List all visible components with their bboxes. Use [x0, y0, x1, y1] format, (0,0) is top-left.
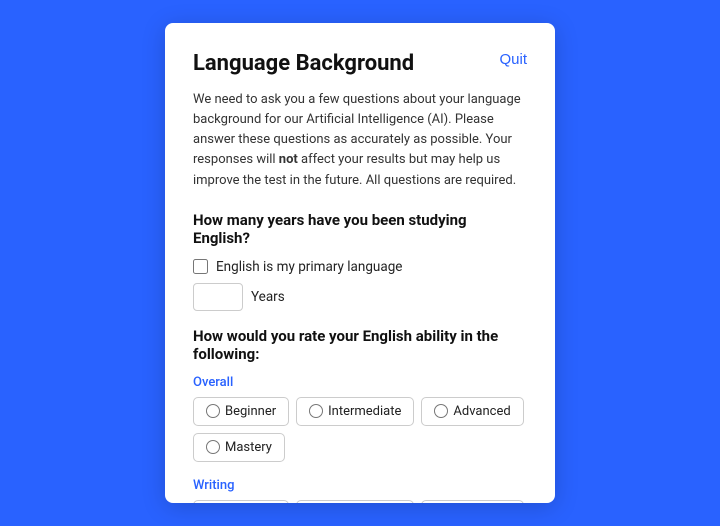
years-label: Years	[251, 289, 285, 305]
ability-question: How would you rate your English ability …	[193, 327, 527, 363]
description-bold: not	[279, 152, 298, 167]
overall-mastery[interactable]: Mastery	[193, 433, 285, 462]
overall-beginner[interactable]: Beginner	[193, 397, 289, 426]
years-section: How many years have you been studying En…	[193, 211, 527, 311]
overall-beginner-label: Beginner	[225, 404, 276, 419]
writing-intermediate[interactable]: Intermediate	[296, 500, 414, 503]
overall-mastery-label: Mastery	[225, 440, 272, 455]
years-input[interactable]	[193, 283, 243, 311]
overall-label: Overall	[193, 375, 527, 390]
language-background-card: Language Background Quit We need to ask …	[165, 23, 555, 503]
overall-intermediate[interactable]: Intermediate	[296, 397, 414, 426]
card-description: We need to ask you a few questions about…	[193, 90, 527, 191]
primary-language-checkbox[interactable]	[193, 259, 208, 274]
writing-advanced[interactable]: Advanced	[421, 500, 523, 503]
primary-language-row: English is my primary language	[193, 259, 527, 275]
overall-subsection: Overall Beginner Intermediate Advanced	[193, 375, 527, 462]
overall-intermediate-radio[interactable]	[309, 404, 323, 418]
primary-language-label[interactable]: English is my primary language	[216, 259, 402, 275]
years-input-row: Years	[193, 283, 527, 311]
overall-advanced-radio[interactable]	[434, 404, 448, 418]
card-header: Language Background Quit	[193, 51, 527, 76]
card-title: Language Background	[193, 51, 414, 76]
overall-mastery-radio[interactable]	[206, 440, 220, 454]
writing-subsection: Writing Beginner Intermediate Advanced	[193, 478, 527, 503]
overall-options: Beginner Intermediate Advanced Mastery	[193, 397, 527, 462]
writing-options: Beginner Intermediate Advanced Mastery	[193, 500, 527, 503]
years-question: How many years have you been studying En…	[193, 211, 527, 247]
writing-beginner[interactable]: Beginner	[193, 500, 289, 503]
overall-intermediate-label: Intermediate	[328, 404, 401, 419]
ability-section: How would you rate your English ability …	[193, 327, 527, 503]
writing-label: Writing	[193, 478, 527, 493]
quit-button[interactable]: Quit	[499, 51, 527, 68]
overall-advanced[interactable]: Advanced	[421, 397, 523, 426]
overall-beginner-radio[interactable]	[206, 404, 220, 418]
overall-advanced-label: Advanced	[453, 404, 510, 419]
page-background: Language Background Quit We need to ask …	[0, 0, 720, 526]
